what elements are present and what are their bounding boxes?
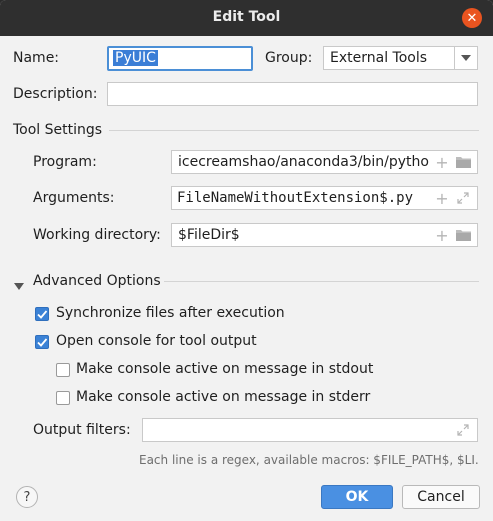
program-label: Program: (33, 154, 97, 170)
folder-icon[interactable] (455, 227, 471, 243)
console-stdout-checkbox[interactable] (56, 363, 70, 377)
open-console-checkbox[interactable] (35, 335, 49, 349)
check-icon (37, 338, 48, 347)
group-select-value: External Tools (330, 50, 428, 66)
program-input[interactable]: icecreamshao/anaconda3/bin/python + (171, 150, 478, 174)
close-button[interactable]: ✕ (462, 8, 482, 28)
group-select[interactable]: External Tools (323, 46, 478, 70)
output-filters-label: Output filters: (33, 422, 131, 438)
tool-settings-divider (109, 130, 479, 131)
working-directory-label: Working directory: (33, 227, 161, 243)
triangle-down-icon[interactable] (14, 278, 24, 294)
dialog-title: Edit Tool (212, 9, 281, 25)
output-filters-input[interactable] (142, 418, 478, 442)
description-label: Description: (13, 86, 98, 102)
edit-tool-dialog: Edit Tool ✕ Name: PyUIC Group: External … (0, 0, 493, 521)
ok-button[interactable]: OK (321, 485, 393, 509)
advanced-options-divider (164, 281, 479, 282)
console-stdout-label[interactable]: Make console active on message in stdout (76, 361, 373, 377)
arguments-label: Arguments: (33, 190, 115, 206)
arguments-input-value: FileNameWithoutExtension$.py (177, 190, 414, 206)
expand-icon[interactable] (455, 190, 471, 206)
working-directory-input[interactable]: $FileDir$ + (171, 223, 478, 247)
console-stderr-checkbox[interactable] (56, 391, 70, 405)
plus-icon[interactable]: + (434, 189, 450, 208)
open-console-label[interactable]: Open console for tool output (56, 333, 257, 349)
sync-files-label[interactable]: Synchronize files after execution (56, 305, 285, 321)
title-bar: Edit Tool ✕ (0, 0, 493, 36)
folder-icon[interactable] (455, 154, 471, 170)
working-directory-input-value: $FileDir$ (178, 227, 240, 243)
program-input-value: icecreamshao/anaconda3/bin/python (178, 154, 429, 170)
description-input[interactable] (107, 82, 478, 106)
cancel-button[interactable]: Cancel (402, 485, 480, 509)
name-input[interactable]: PyUIC (107, 46, 253, 71)
tool-settings-title: Tool Settings (13, 122, 103, 138)
output-filters-hint: Each line is a regex, available macros: … (139, 453, 479, 467)
group-label: Group: (265, 50, 313, 66)
console-stderr-label[interactable]: Make console active on message in stderr (76, 389, 370, 405)
plus-icon[interactable]: + (434, 153, 450, 172)
plus-icon[interactable]: + (434, 226, 450, 245)
sync-files-checkbox[interactable] (35, 307, 49, 321)
name-label: Name: (13, 50, 60, 66)
arguments-input[interactable]: FileNameWithoutExtension$.py + (171, 186, 478, 210)
close-icon: ✕ (466, 10, 478, 26)
advanced-options-toggle[interactable]: Advanced Options (33, 273, 161, 289)
check-icon (37, 310, 48, 319)
help-button[interactable]: ? (16, 486, 38, 508)
expand-icon[interactable] (455, 422, 471, 438)
chevron-down-icon (454, 47, 477, 69)
name-input-value: PyUIC (113, 50, 158, 66)
